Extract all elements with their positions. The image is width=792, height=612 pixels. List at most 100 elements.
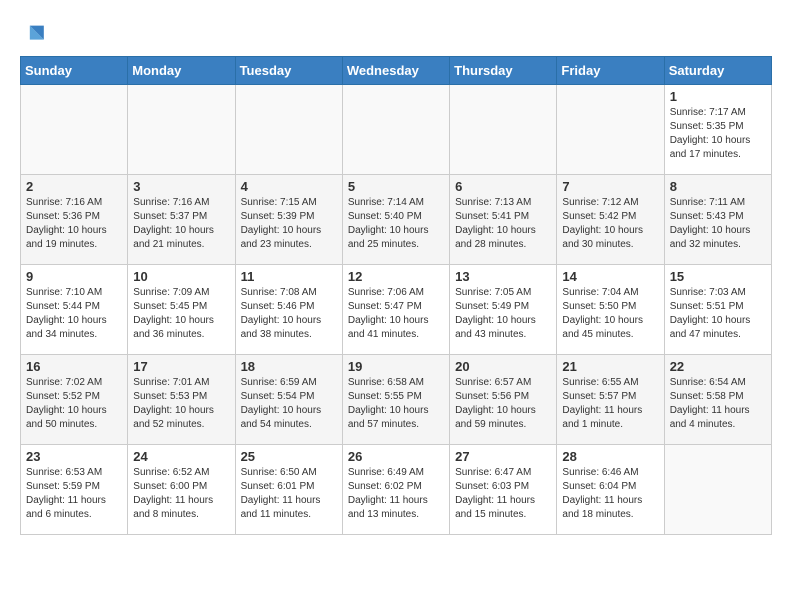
calendar-cell: 18 Sunrise: 6:59 AM Sunset: 5:54 PM Dayli…	[235, 355, 342, 445]
weekday-header: Saturday	[664, 57, 771, 85]
day-number: 27	[455, 449, 551, 464]
day-info: Sunrise: 7:15 AM Sunset: 5:39 PM Dayligh…	[241, 196, 337, 252]
day-info: Sunrise: 6:47 AM Sunset: 6:03 PM Dayligh…	[455, 466, 551, 522]
day-info: Sunrise: 7:02 AM Sunset: 5:52 PM Dayligh…	[26, 376, 122, 432]
calendar-cell	[664, 445, 771, 535]
day-number: 24	[133, 449, 229, 464]
day-number: 19	[348, 359, 444, 374]
weekday-header: Sunday	[21, 57, 128, 85]
calendar-cell: 14 Sunrise: 7:04 AM Sunset: 5:50 PM Dayli…	[557, 265, 664, 355]
calendar-cell: 5 Sunrise: 7:14 AM Sunset: 5:40 PM Daylig…	[342, 175, 449, 265]
day-number: 1	[670, 89, 766, 104]
day-number: 17	[133, 359, 229, 374]
calendar-cell: 6 Sunrise: 7:13 AM Sunset: 5:41 PM Daylig…	[450, 175, 557, 265]
calendar-cell: 22 Sunrise: 6:54 AM Sunset: 5:58 PM Dayli…	[664, 355, 771, 445]
calendar-cell: 27 Sunrise: 6:47 AM Sunset: 6:03 PM Dayli…	[450, 445, 557, 535]
day-info: Sunrise: 7:04 AM Sunset: 5:50 PM Dayligh…	[562, 286, 658, 342]
calendar-cell: 10 Sunrise: 7:09 AM Sunset: 5:45 PM Dayli…	[128, 265, 235, 355]
day-info: Sunrise: 6:50 AM Sunset: 6:01 PM Dayligh…	[241, 466, 337, 522]
calendar-cell: 15 Sunrise: 7:03 AM Sunset: 5:51 PM Dayli…	[664, 265, 771, 355]
calendar-cell	[450, 85, 557, 175]
day-info: Sunrise: 6:59 AM Sunset: 5:54 PM Dayligh…	[241, 376, 337, 432]
day-number: 9	[26, 269, 122, 284]
calendar-cell: 23 Sunrise: 6:53 AM Sunset: 5:59 PM Dayli…	[21, 445, 128, 535]
day-info: Sunrise: 7:06 AM Sunset: 5:47 PM Dayligh…	[348, 286, 444, 342]
calendar-table: SundayMondayTuesdayWednesdayThursdayFrid…	[20, 56, 772, 535]
weekday-header: Thursday	[450, 57, 557, 85]
day-number: 7	[562, 179, 658, 194]
logo-icon	[20, 20, 48, 48]
day-info: Sunrise: 6:58 AM Sunset: 5:55 PM Dayligh…	[348, 376, 444, 432]
weekday-header: Tuesday	[235, 57, 342, 85]
calendar-week-row: 1 Sunrise: 7:17 AM Sunset: 5:35 PM Daylig…	[21, 85, 772, 175]
weekday-header: Wednesday	[342, 57, 449, 85]
day-info: Sunrise: 7:16 AM Sunset: 5:36 PM Dayligh…	[26, 196, 122, 252]
day-number: 28	[562, 449, 658, 464]
calendar-cell: 25 Sunrise: 6:50 AM Sunset: 6:01 PM Dayli…	[235, 445, 342, 535]
calendar-cell: 21 Sunrise: 6:55 AM Sunset: 5:57 PM Dayli…	[557, 355, 664, 445]
day-info: Sunrise: 6:57 AM Sunset: 5:56 PM Dayligh…	[455, 376, 551, 432]
day-number: 25	[241, 449, 337, 464]
day-number: 11	[241, 269, 337, 284]
calendar-cell	[342, 85, 449, 175]
day-number: 10	[133, 269, 229, 284]
calendar-cell	[557, 85, 664, 175]
day-number: 16	[26, 359, 122, 374]
calendar-cell: 11 Sunrise: 7:08 AM Sunset: 5:46 PM Dayli…	[235, 265, 342, 355]
day-info: Sunrise: 6:49 AM Sunset: 6:02 PM Dayligh…	[348, 466, 444, 522]
day-number: 22	[670, 359, 766, 374]
day-number: 14	[562, 269, 658, 284]
day-number: 5	[348, 179, 444, 194]
calendar-cell	[235, 85, 342, 175]
day-info: Sunrise: 7:17 AM Sunset: 5:35 PM Dayligh…	[670, 106, 766, 162]
day-number: 20	[455, 359, 551, 374]
day-info: Sunrise: 6:46 AM Sunset: 6:04 PM Dayligh…	[562, 466, 658, 522]
day-info: Sunrise: 6:55 AM Sunset: 5:57 PM Dayligh…	[562, 376, 658, 432]
day-info: Sunrise: 7:13 AM Sunset: 5:41 PM Dayligh…	[455, 196, 551, 252]
calendar-week-row: 9 Sunrise: 7:10 AM Sunset: 5:44 PM Daylig…	[21, 265, 772, 355]
calendar-cell: 3Sunrise: 7:16 AM Sunset: 5:37 PM Daylig…	[128, 175, 235, 265]
day-info: Sunrise: 7:05 AM Sunset: 5:49 PM Dayligh…	[455, 286, 551, 342]
calendar-cell: 9 Sunrise: 7:10 AM Sunset: 5:44 PM Daylig…	[21, 265, 128, 355]
calendar-cell	[128, 85, 235, 175]
calendar-cell: 17Sunrise: 7:01 AM Sunset: 5:53 PM Dayli…	[128, 355, 235, 445]
weekday-header: Friday	[557, 57, 664, 85]
day-info: Sunrise: 7:12 AM Sunset: 5:42 PM Dayligh…	[562, 196, 658, 252]
calendar-cell: 4Sunrise: 7:15 AM Sunset: 5:39 PM Daylig…	[235, 175, 342, 265]
calendar-cell	[21, 85, 128, 175]
calendar-header-row: SundayMondayTuesdayWednesdayThursdayFrid…	[21, 57, 772, 85]
calendar-week-row: 16 Sunrise: 7:02 AM Sunset: 5:52 PM Dayli…	[21, 355, 772, 445]
day-number: 8	[670, 179, 766, 194]
calendar-cell: 19 Sunrise: 6:58 AM Sunset: 5:55 PM Dayli…	[342, 355, 449, 445]
day-number: 13	[455, 269, 551, 284]
day-info: Sunrise: 6:54 AM Sunset: 5:58 PM Dayligh…	[670, 376, 766, 432]
day-info: Sunrise: 7:10 AM Sunset: 5:44 PM Dayligh…	[26, 286, 122, 342]
day-info: Sunrise: 7:03 AM Sunset: 5:51 PM Dayligh…	[670, 286, 766, 342]
logo	[20, 20, 52, 48]
day-number: 6	[455, 179, 551, 194]
calendar-cell: 16 Sunrise: 7:02 AM Sunset: 5:52 PM Dayli…	[21, 355, 128, 445]
day-number: 15	[670, 269, 766, 284]
calendar-cell: 20 Sunrise: 6:57 AM Sunset: 5:56 PM Dayli…	[450, 355, 557, 445]
day-info: Sunrise: 6:53 AM Sunset: 5:59 PM Dayligh…	[26, 466, 122, 522]
calendar-week-row: 23 Sunrise: 6:53 AM Sunset: 5:59 PM Dayli…	[21, 445, 772, 535]
day-info: Sunrise: 7:14 AM Sunset: 5:40 PM Dayligh…	[348, 196, 444, 252]
day-info: Sunrise: 7:08 AM Sunset: 5:46 PM Dayligh…	[241, 286, 337, 342]
calendar-cell: 13 Sunrise: 7:05 AM Sunset: 5:49 PM Dayli…	[450, 265, 557, 355]
day-number: 12	[348, 269, 444, 284]
calendar-header	[20, 20, 772, 48]
day-info: Sunrise: 7:11 AM Sunset: 5:43 PM Dayligh…	[670, 196, 766, 252]
weekday-header: Monday	[128, 57, 235, 85]
day-info: Sunrise: 7:09 AM Sunset: 5:45 PM Dayligh…	[133, 286, 229, 342]
calendar-cell: 26 Sunrise: 6:49 AM Sunset: 6:02 PM Dayli…	[342, 445, 449, 535]
calendar-cell: 8 Sunrise: 7:11 AM Sunset: 5:43 PM Daylig…	[664, 175, 771, 265]
calendar-cell: 12 Sunrise: 7:06 AM Sunset: 5:47 PM Dayli…	[342, 265, 449, 355]
day-number: 26	[348, 449, 444, 464]
day-number: 23	[26, 449, 122, 464]
calendar-cell: 7 Sunrise: 7:12 AM Sunset: 5:42 PM Daylig…	[557, 175, 664, 265]
calendar-cell: 28 Sunrise: 6:46 AM Sunset: 6:04 PM Dayli…	[557, 445, 664, 535]
day-number: 3	[133, 179, 229, 194]
day-number: 18	[241, 359, 337, 374]
day-number: 21	[562, 359, 658, 374]
calendar-cell: 1 Sunrise: 7:17 AM Sunset: 5:35 PM Daylig…	[664, 85, 771, 175]
